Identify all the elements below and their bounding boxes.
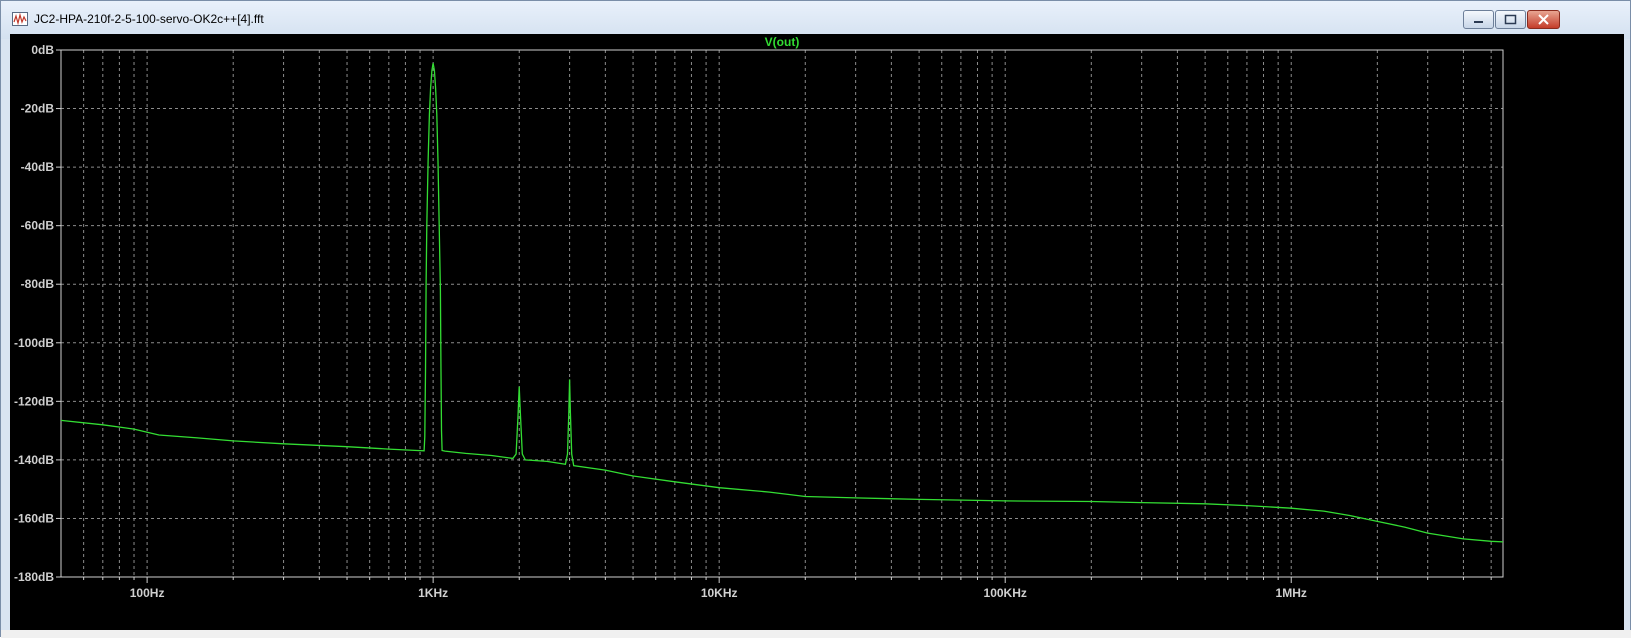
- axis-ticks: [56, 49, 1492, 583]
- y-tick-label: -60dB: [21, 219, 55, 233]
- fft-chart[interactable]: V(out) 100Hz 1KHz 10KHz 100KHz 1MHz 0dB -20dB…: [10, 34, 1624, 630]
- minimize-button[interactable]: [1463, 10, 1494, 29]
- y-tick-label: -160dB: [14, 511, 54, 525]
- x-tick-label: 100KHz: [984, 586, 1027, 600]
- series-trace-v-out: [60, 63, 1504, 543]
- close-button[interactable]: [1527, 10, 1560, 29]
- y-tick-label: -140dB: [14, 453, 54, 467]
- y-axis-labels: 0dB -20dB -40dB -60dB -80dB -100dB -120dB -140d…: [14, 43, 54, 584]
- y-tick-label: 0dB: [31, 43, 54, 57]
- grid: [61, 50, 1503, 577]
- x-tick-label: 10KHz: [701, 586, 738, 600]
- window-title: JC2-HPA-210f-2-5-100-servo-OK2c++[4].fft: [34, 12, 264, 26]
- maximize-icon: [1504, 14, 1517, 25]
- y-tick-label: -40dB: [21, 160, 55, 174]
- application-window: JC2-HPA-210f-2-5-100-servo-OK2c++[4].fft…: [0, 0, 1631, 638]
- x-tick-label: 1KHz: [418, 586, 448, 600]
- y-tick-label: -120dB: [14, 394, 54, 408]
- waveform-app-icon: [12, 12, 28, 26]
- minimize-icon: [1474, 21, 1483, 23]
- x-tick-label: 1MHz: [1276, 586, 1307, 600]
- x-tick-label: 100Hz: [130, 586, 165, 600]
- plot-pane[interactable]: V(out) 100Hz 1KHz 10KHz 100KHz 1MHz 0dB -20dB…: [10, 34, 1624, 630]
- close-icon: [1538, 14, 1549, 25]
- maximize-button[interactable]: [1495, 10, 1526, 29]
- y-tick-label: -80dB: [21, 277, 55, 291]
- chart-title: V(out): [765, 35, 800, 49]
- plot-frame: [60, 49, 1504, 578]
- y-tick-label: -20dB: [21, 102, 55, 116]
- x-axis-labels: 100Hz 1KHz 10KHz 100KHz 1MHz: [130, 586, 1307, 600]
- y-tick-label: -180dB: [14, 570, 54, 584]
- y-tick-label: -100dB: [14, 336, 54, 350]
